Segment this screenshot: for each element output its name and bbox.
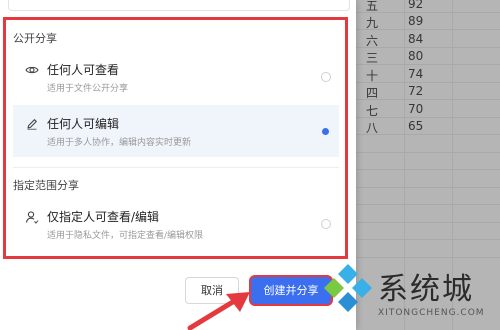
option-anyone-view[interactable]: 任何人可查看 适用于文件公开分享 — [13, 51, 339, 103]
option-anyone-edit[interactable]: 任何人可编辑 适用于多人协作，编辑内容实时更新 — [13, 105, 339, 157]
option-title: 任何人可编辑 — [47, 117, 120, 131]
eye-icon — [25, 62, 39, 76]
radio-button-selected[interactable] — [322, 128, 329, 135]
watermark-subtext: XITONGCHENG.COM — [378, 308, 485, 318]
divider — [13, 167, 339, 168]
pencil-icon — [25, 116, 39, 130]
user-icon — [25, 209, 39, 224]
option-specified-people[interactable]: 仅指定人可查看/编辑 适用于隐私文件，可指定查看/编辑权限 — [13, 198, 339, 250]
watermark-logo-icon — [324, 264, 372, 312]
option-description: 适用于隐私文件，可指定查看/编辑权限 — [47, 231, 204, 241]
radio-button[interactable] — [321, 72, 331, 82]
watermark: 系统城 XITONGCHENG.COM — [318, 258, 500, 330]
public-share-heading: 公开分享 — [13, 32, 57, 45]
option-title: 仅指定人可查看/编辑 — [47, 210, 160, 224]
option-description: 适用于多人协作，编辑内容实时更新 — [47, 138, 192, 148]
link-field[interactable] — [8, 0, 350, 11]
watermark-text: 系统城 — [378, 272, 474, 307]
specified-share-heading: 指定范围分享 — [13, 179, 79, 192]
annotation-arrow-icon — [187, 292, 250, 330]
radio-button[interactable] — [321, 219, 331, 229]
share-dialog: 公开分享 任何人可查看 适用于文件公开分享 任何人可编辑 适用于多人协作，编辑内… — [0, 0, 356, 330]
option-title: 任何人可查看 — [47, 63, 120, 77]
option-description: 适用于文件公开分享 — [47, 84, 129, 94]
